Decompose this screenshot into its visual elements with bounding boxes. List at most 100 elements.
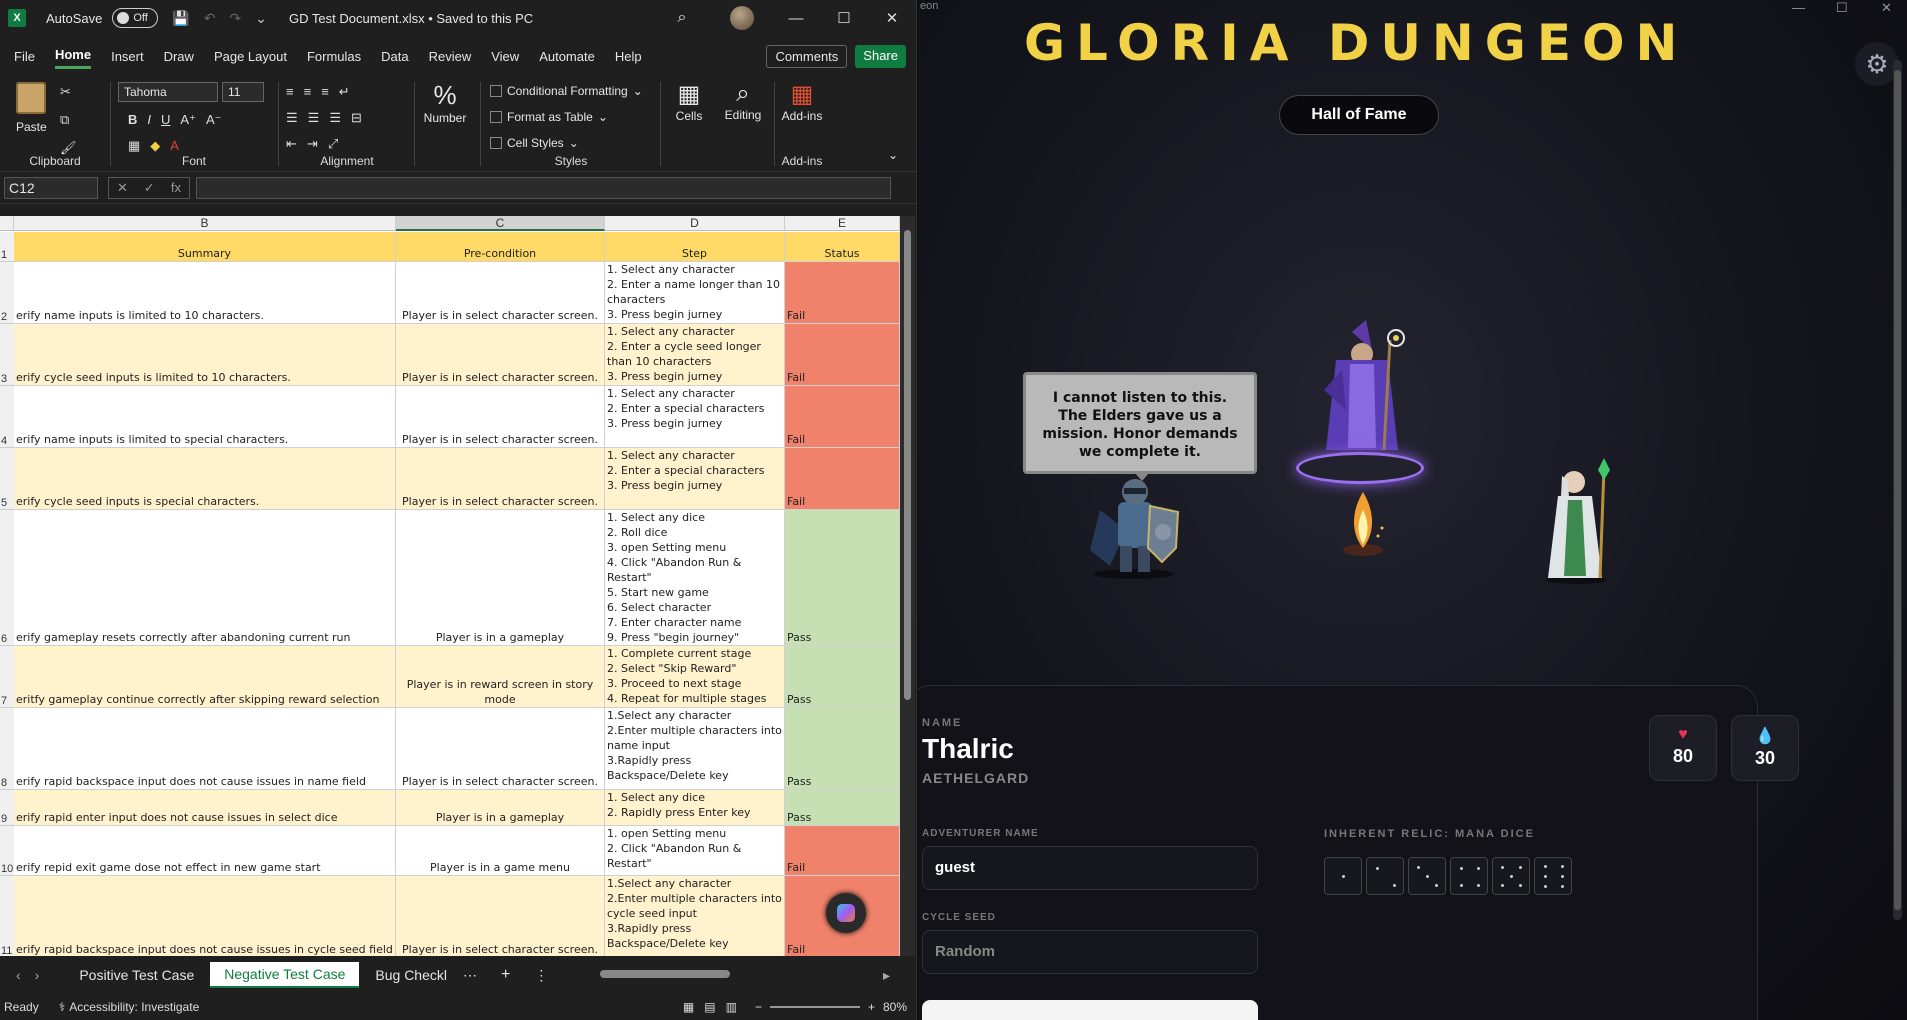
font-color-icon[interactable]: A (170, 138, 179, 154)
italic-icon[interactable]: I (147, 112, 151, 128)
align-left-icon[interactable]: ☰ (286, 110, 298, 126)
bold-icon[interactable]: B (128, 112, 137, 128)
hall-of-fame-button[interactable]: Hall of Fame (1279, 95, 1439, 135)
column-header-b[interactable]: B (14, 216, 396, 231)
maximize-icon[interactable]: ☐ (820, 9, 868, 27)
number-format-button[interactable]: % Number (420, 80, 470, 125)
tab-help[interactable]: Help (615, 45, 642, 68)
row-header[interactable]: 6 (0, 510, 14, 646)
decrease-indent-icon[interactable]: ⇤ (286, 136, 297, 152)
sheet-tab-positive[interactable]: Positive Test Case (65, 963, 208, 987)
header-cell-precondition[interactable]: Pre-condition (396, 232, 605, 262)
wrap-text-icon[interactable]: ↵ (339, 84, 350, 100)
align-middle-icon[interactable]: ≡ (304, 84, 312, 100)
addins-button[interactable]: ▦ Add-ins (776, 80, 828, 123)
row-header[interactable]: 1 (0, 232, 14, 262)
name-box[interactable]: C12 (4, 176, 98, 199)
grow-font-icon[interactable]: A⁺ (180, 112, 196, 128)
table-cell-precondition[interactable]: Player is in select character screen. (396, 386, 605, 448)
table-cell-status[interactable]: Fail (785, 448, 900, 510)
undo-icon[interactable]: ↶ (204, 10, 216, 27)
row-header[interactable]: 3 (0, 324, 14, 386)
table-cell-precondition[interactable]: Player is in a gameplay (396, 510, 605, 646)
scroll-thumb[interactable] (904, 230, 911, 700)
game-scroll-thumb[interactable] (1894, 70, 1901, 910)
table-cell-step[interactable]: 1. Select any character 2. Enter a speci… (605, 386, 785, 448)
paste-button[interactable]: Paste (16, 120, 47, 134)
cancel-icon[interactable]: ✕ (117, 180, 128, 196)
tab-automate[interactable]: Automate (539, 45, 595, 68)
table-cell-status[interactable]: Pass (785, 646, 900, 708)
game-close-icon[interactable]: ✕ (1881, 0, 1892, 16)
table-cell-step[interactable]: 1. Select any character 2. Enter a cycle… (605, 324, 785, 386)
row-header[interactable]: 5 (0, 448, 14, 510)
collapse-ribbon-icon[interactable]: ⌄ (888, 148, 898, 162)
copilot-button[interactable] (826, 893, 866, 933)
header-cell-status[interactable]: Status (785, 232, 900, 262)
accessibility-status[interactable]: Accessibility: Investigate (69, 1000, 199, 1014)
game-scrollbar[interactable] (1893, 60, 1902, 920)
adventurer-name-input[interactable]: guest (922, 846, 1258, 890)
table-cell-precondition[interactable]: Player is in select character screen. (396, 324, 605, 386)
table-cell-step[interactable]: 1.Select any character 2.Enter multiple … (605, 708, 785, 790)
table-cell-summary[interactable]: eritfy gameplay continue correctly after… (14, 646, 396, 708)
table-cell-status[interactable]: Pass (785, 790, 900, 826)
table-cell-summary[interactable]: erify name inputs is limited to special … (14, 386, 396, 448)
table-cell-step[interactable]: 1. Select any character 2. Enter a speci… (605, 448, 785, 510)
spreadsheet-grid[interactable]: B C D E 1 Summary Pre-condition Step Status 2… (0, 216, 900, 956)
increase-indent-icon[interactable]: ⇥ (307, 136, 318, 152)
tab-data[interactable]: Data (381, 45, 408, 68)
table-cell-summary[interactable]: erify rapid enter input does not cause i… (14, 790, 396, 826)
sheet-tab-negative[interactable]: Negative Test Case (210, 962, 360, 988)
minimize-icon[interactable]: — (772, 10, 820, 27)
redo-icon[interactable]: ↷ (230, 10, 242, 27)
tab-formulas[interactable]: Formulas (307, 45, 361, 68)
game-maximize-icon[interactable]: ☐ (1836, 0, 1848, 16)
shrink-font-icon[interactable]: A⁻ (206, 112, 222, 128)
row-header[interactable]: 11 (0, 876, 14, 956)
zoom-slider[interactable] (769, 1006, 860, 1008)
align-center-icon[interactable]: ☰ (308, 110, 320, 126)
add-sheet-icon[interactable]: + (501, 966, 510, 984)
table-cell-status[interactable]: Fail (785, 262, 900, 324)
sheet-tab-bug[interactable]: Bug Checkl (361, 963, 461, 987)
format-as-table-button[interactable]: Format as Table ⌄ (490, 110, 608, 124)
zoom-level[interactable]: 80% (883, 1000, 907, 1014)
table-cell-precondition[interactable]: Player is in select character screen. (396, 876, 605, 956)
zoom-out-icon[interactable]: − (755, 1000, 762, 1014)
table-cell-summary[interactable]: erify repid exit game dose not effect in… (14, 826, 396, 876)
align-right-icon[interactable]: ☰ (329, 110, 341, 126)
formula-input[interactable] (196, 176, 891, 199)
tab-review[interactable]: Review (429, 45, 472, 68)
table-cell-summary[interactable]: erify name inputs is limited to 10 chara… (14, 262, 396, 324)
row-header[interactable]: 2 (0, 262, 14, 324)
align-top-icon[interactable]: ≡ (286, 84, 294, 100)
cells-button[interactable]: ▦ Cells (664, 80, 714, 123)
tab-file[interactable]: File (14, 45, 35, 68)
fill-color-icon[interactable]: ◆ (150, 138, 160, 154)
paste-icon[interactable] (16, 82, 46, 114)
align-bottom-icon[interactable]: ≡ (321, 84, 329, 100)
table-cell-status[interactable]: Fail (785, 386, 900, 448)
view-mode-icons[interactable]: ▦▤▥ (683, 1000, 747, 1014)
table-cell-precondition[interactable]: Player is in a gameplay (396, 790, 605, 826)
tab-insert[interactable]: Insert (111, 45, 144, 68)
begin-journey-button[interactable] (922, 1000, 1258, 1020)
document-title[interactable]: GD Test Document.xlsx • Saved to this PC (289, 11, 533, 26)
row-header[interactable]: 8 (0, 708, 14, 790)
column-header-d[interactable]: D (605, 216, 785, 231)
borders-icon[interactable]: ▦ (128, 138, 140, 154)
merge-icon[interactable]: ⊟ (351, 110, 362, 126)
zoom-in-icon[interactable]: + (868, 1000, 875, 1014)
table-cell-status[interactable]: Fail (785, 324, 900, 386)
table-cell-precondition[interactable]: Player is in select character screen. (396, 708, 605, 790)
cut-icon[interactable]: ✂ (60, 84, 77, 100)
table-cell-precondition[interactable]: Player is in select character screen. (396, 262, 605, 324)
table-cell-status[interactable]: Fail (785, 826, 900, 876)
table-cell-step[interactable]: 1. Select any character 2. Enter a name … (605, 262, 785, 324)
tab-draw[interactable]: Draw (164, 45, 194, 68)
column-header-e[interactable]: E (785, 216, 900, 231)
row-header[interactable]: 4 (0, 386, 14, 448)
customize-toolbar-icon[interactable]: ⌄ (255, 10, 267, 27)
comments-button[interactable]: Comments (766, 44, 848, 68)
